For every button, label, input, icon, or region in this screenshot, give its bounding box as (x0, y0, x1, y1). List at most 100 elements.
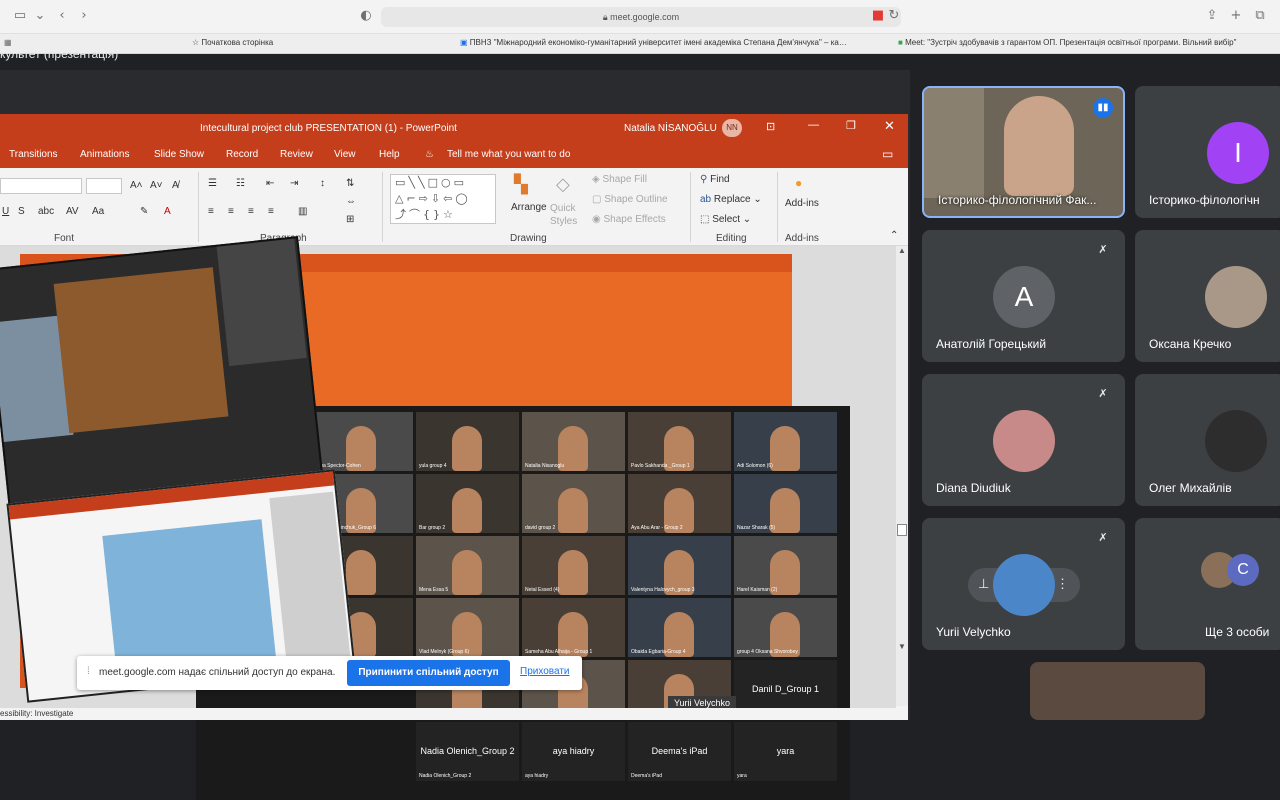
participant-name: Історико-філологічний Фак... (938, 193, 1097, 207)
maximize-icon[interactable]: ❐ (846, 119, 856, 132)
quick-styles-button[interactable]: Quick Styles (550, 202, 580, 228)
align-center-icon[interactable]: ≡ (228, 206, 234, 217)
minimize-icon[interactable]: — (808, 119, 819, 131)
line-spacing-icon[interactable]: ↕ (320, 178, 325, 189)
shape-effects-button[interactable]: ◉ Shape Effects (592, 214, 666, 225)
arrange-button[interactable]: Arrange (511, 202, 547, 213)
zoom-video-tile: yara yara (734, 722, 837, 781)
sidebar-icon[interactable]: ▭ (12, 8, 28, 24)
bullets-icon[interactable]: ☰ (208, 178, 217, 189)
align-left-icon[interactable]: ≡ (208, 206, 214, 217)
text-direction-icon[interactable]: ⇅ (346, 178, 354, 189)
tab-university[interactable]: ▣ ПВНЗ "Міжнародний економіко-гуманітарн… (460, 38, 850, 47)
grow-font-icon[interactable]: A˄ (130, 180, 143, 191)
font-name-field[interactable] (0, 178, 82, 194)
tab-animations[interactable]: Animations (80, 149, 129, 160)
camera-icon[interactable]: ■ (870, 8, 886, 24)
align-right-icon[interactable]: ≡ (248, 206, 254, 217)
indent-icon[interactable]: ⇤ (266, 178, 274, 189)
scroll-down-icon[interactable]: ▼ (898, 642, 906, 651)
participant-tile-active-speaker[interactable]: ▮▮ Історико-філологічний Фак... (922, 86, 1125, 218)
zoom-tile-name: david group 2 (525, 525, 556, 531)
addins-button[interactable]: Add-ins (785, 198, 819, 209)
forward-icon[interactable]: › (76, 8, 92, 24)
participant-tile[interactable]: A ✗ Анатолій Горецький (922, 230, 1125, 362)
scroll-thumb[interactable] (897, 524, 907, 536)
clear-format-icon[interactable]: A̸ (172, 180, 179, 191)
drag-handle-icon[interactable]: ⁞ (87, 666, 90, 677)
tab-start-page[interactable]: ☆ Початкова сторінка (192, 38, 273, 47)
columns-icon[interactable]: ▥ (298, 206, 307, 217)
tab-slide-show[interactable]: Slide Show (154, 149, 204, 160)
tab-review[interactable]: Review (280, 149, 313, 160)
zoom-video-tile: Bar group 2 (416, 474, 519, 533)
zoom-video-tile: Nazar Sharak (5) (734, 474, 837, 533)
ppt-titlebar: Intecultural project club PRESENTATION (… (0, 114, 908, 142)
underline-icon[interactable]: U (2, 206, 9, 217)
participant-overflow-tile[interactable]: C Ще 3 особи (1135, 518, 1280, 650)
spacing-icon[interactable]: AV (66, 206, 79, 217)
scrollbar[interactable]: ▲ ▼ (896, 246, 908, 706)
arrange-icon[interactable]: ▚ (514, 174, 528, 195)
tab-meet[interactable]: ■ Meet: "Зустріч здобувачів з гарантом О… (898, 38, 1258, 47)
self-view-tile[interactable] (1030, 662, 1205, 720)
shrink-font-icon[interactable]: A˅ (150, 180, 163, 191)
comments-icon[interactable]: ▭ (882, 147, 893, 161)
change-case-icon[interactable]: Aa (92, 206, 104, 217)
hide-button[interactable]: Приховати (520, 666, 570, 677)
shape-outline-button[interactable]: ▢ Shape Outline (592, 194, 668, 205)
justify-icon[interactable]: ≡ (268, 206, 274, 217)
scroll-up-icon[interactable]: ▲ (898, 246, 906, 255)
more-options-icon[interactable]: ⋮ (1056, 576, 1069, 592)
tell-me-input[interactable]: Tell me what you want to do (447, 149, 570, 160)
find-button[interactable]: ⚲ Find (700, 174, 730, 185)
font-size-field[interactable] (86, 178, 122, 194)
zoom-tile-name: Adi Solomon (6) (737, 463, 773, 469)
participant-tile[interactable]: Оксана Кречко (1135, 230, 1280, 362)
highlight-icon[interactable]: ✎ (140, 206, 148, 217)
participant-tile[interactable]: I Історико-філологічн (1135, 86, 1280, 218)
tab-transitions[interactable]: Transitions (9, 149, 58, 160)
smartart-icon[interactable]: ⊞ (346, 214, 354, 225)
ribbon-display-icon[interactable]: ⊡ (766, 120, 775, 133)
new-tab-icon[interactable]: + (1228, 8, 1244, 24)
url-bar[interactable]: 🔒︎ meet.google.com (381, 7, 901, 27)
more-participants-label: Ще 3 особи (1205, 625, 1270, 639)
accessibility-status[interactable]: essibility: Investigate (0, 709, 73, 718)
shape-fill-button[interactable]: ◈ Shape Fill (592, 174, 647, 185)
font-color-icon[interactable]: A (164, 206, 171, 217)
reload-icon[interactable]: ↻ (886, 8, 902, 24)
tab-view[interactable]: View (334, 149, 356, 160)
chevron-down-icon[interactable]: ⌄ (32, 8, 48, 24)
back-icon[interactable]: ‹ (54, 8, 70, 24)
stop-sharing-button[interactable]: Припинити спільний доступ (347, 660, 510, 686)
pin-icon[interactable]: ⊥ (978, 576, 989, 592)
participant-tile[interactable]: Олег Михайлів (1135, 374, 1280, 506)
group-font-label: Font (54, 233, 75, 244)
shapes-gallery[interactable]: ▭╲╲□○▭ △⌐⇨⇩⇦◯ ⤴⌒{}☆ (390, 174, 496, 224)
tab-record[interactable]: Record (226, 149, 258, 160)
share-icon[interactable]: ⇪ (1204, 8, 1220, 24)
align-text-icon[interactable]: ⇔ (346, 196, 356, 207)
avatar[interactable]: NN (722, 119, 742, 137)
collapse-ribbon-icon[interactable]: ⌃ (890, 230, 898, 241)
numbering-icon[interactable]: ☷ (236, 178, 245, 189)
replace-button[interactable]: ab Replace ⌄ (700, 194, 762, 205)
shadow-icon[interactable]: abc (38, 206, 54, 217)
ppt-status-bar: essibility: Investigate (0, 708, 908, 720)
participant-tile[interactable]: ✗ Diana Diudiuk (922, 374, 1125, 506)
strikethrough-icon[interactable]: S (18, 206, 25, 217)
addins-icon[interactable]: ● (795, 176, 802, 190)
grid-icon[interactable]: ▦ (4, 38, 12, 47)
outdent-icon[interactable]: ⇥ (290, 178, 298, 189)
mic-off-icon: ✗ (1098, 531, 1108, 544)
tab-help[interactable]: Help (379, 149, 400, 160)
tabs-overview-icon[interactable]: ⧉ (1252, 8, 1268, 24)
select-button[interactable]: ⬚ Select ⌄ (700, 214, 751, 225)
zoom-video-tile: Aya Abu Arar - Group 2 (628, 474, 731, 533)
zoom-tile-name: Nazar Sharak (5) (737, 525, 776, 531)
shield-icon[interactable]: ◐ (358, 8, 374, 24)
participant-tile[interactable]: ⊥ ⋮ ✗ Yurii Velychko (922, 518, 1125, 650)
close-icon[interactable]: ✕ (884, 118, 895, 134)
quick-styles-icon[interactable]: ◇ (556, 174, 570, 195)
